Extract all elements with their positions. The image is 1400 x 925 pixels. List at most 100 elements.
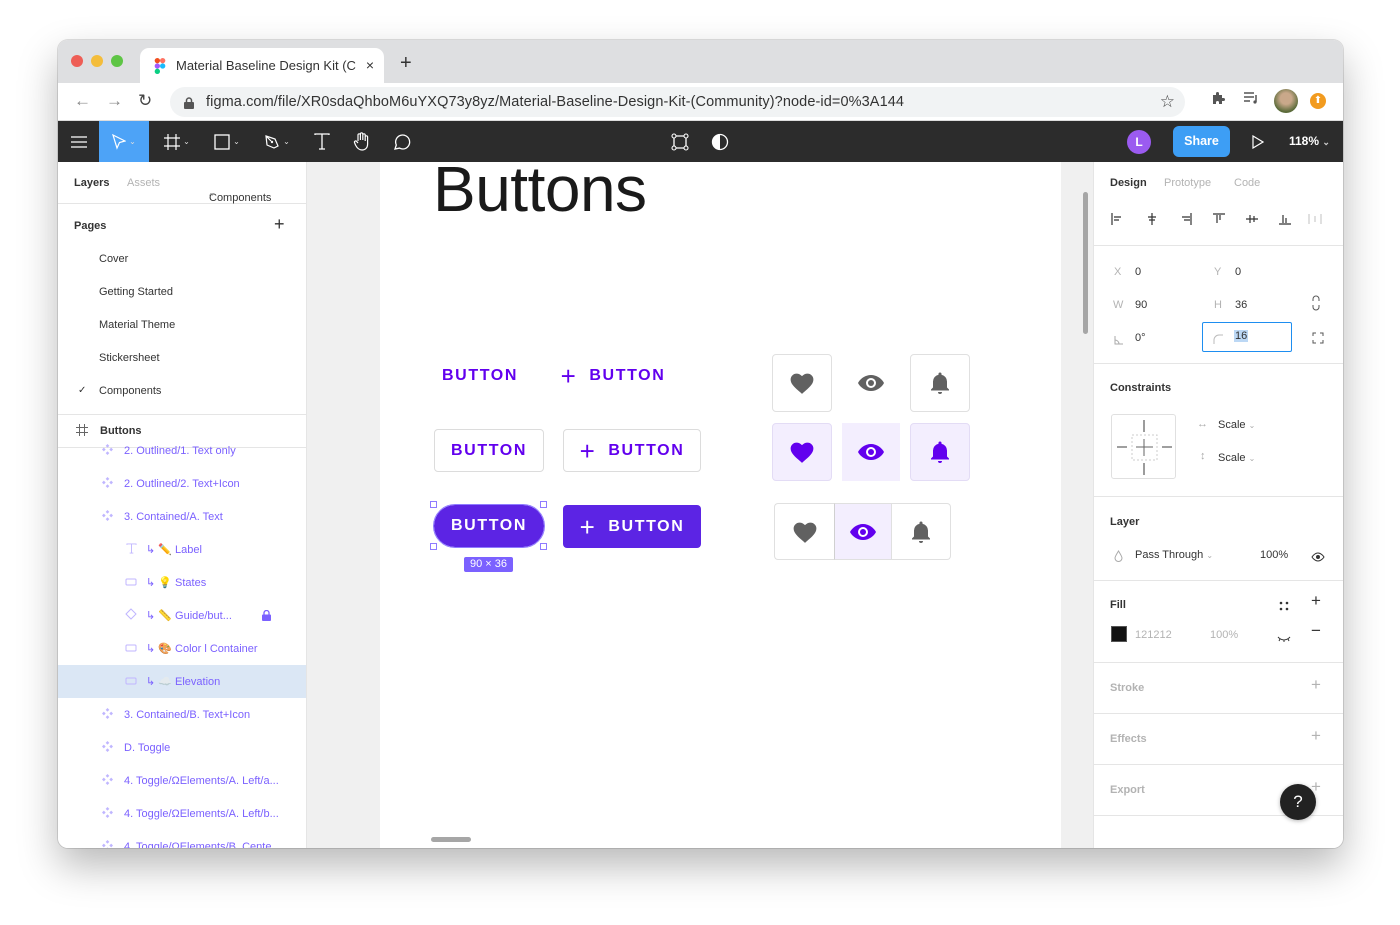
- outlined-button[interactable]: BUTTON: [434, 429, 544, 472]
- text-icon-button[interactable]: + BUTTON: [554, 358, 672, 394]
- selection-handle[interactable]: [430, 501, 437, 508]
- align-top-icon[interactable]: [1212, 212, 1226, 231]
- constraint-widget[interactable]: [1111, 414, 1176, 479]
- style-grid-icon[interactable]: [1279, 598, 1289, 616]
- toggle-button[interactable]: [772, 354, 832, 412]
- vertical-scrollbar[interactable]: [1083, 192, 1088, 334]
- forward-button[interactable]: →: [106, 91, 123, 111]
- reload-button[interactable]: ↻: [138, 91, 152, 111]
- contrast-toggle-button[interactable]: [706, 121, 734, 162]
- comment-tool-button[interactable]: [386, 121, 418, 162]
- tab-assets[interactable]: Assets: [127, 177, 160, 189]
- hand-tool-button[interactable]: [346, 121, 378, 162]
- close-tab-icon[interactable]: ×: [366, 57, 374, 73]
- present-button[interactable]: [1246, 121, 1270, 162]
- fill-opacity-field[interactable]: 100%: [1210, 629, 1238, 641]
- page-item[interactable]: Cover: [99, 253, 128, 265]
- move-tool-button[interactable]: ⌄: [99, 121, 149, 162]
- toggle-button[interactable]: [892, 503, 951, 560]
- horizontal-constraint-dropdown[interactable]: Scale ⌄: [1218, 419, 1255, 431]
- layer-item[interactable]: ↳ 🎨 Color l Container: [58, 632, 306, 665]
- align-bottom-icon[interactable]: [1278, 212, 1292, 231]
- layer-item[interactable]: ↳ 📏 Guide/but...: [58, 599, 306, 632]
- url-field[interactable]: figma.com/file/XR0sdaQhboM6uYXQ73y8yz/Ma…: [170, 87, 1185, 117]
- corner-radius-field[interactable]: 16: [1202, 322, 1292, 352]
- layer-item[interactable]: 3. Contained/B. Text+Icon: [58, 698, 306, 731]
- browser-tab[interactable]: Material Baseline Design Kit (Community)…: [140, 48, 384, 83]
- rotation-field[interactable]: 0°: [1135, 332, 1146, 344]
- add-effect-button[interactable]: +: [1311, 726, 1321, 746]
- media-queue-icon[interactable]: [1243, 91, 1259, 110]
- toggle-button[interactable]: [772, 423, 832, 481]
- contained-icon-button[interactable]: + BUTTON: [563, 505, 701, 548]
- tab-prototype[interactable]: Prototype: [1164, 177, 1211, 189]
- layer-item[interactable]: 3. Contained/A. Text: [58, 500, 306, 533]
- tab-design[interactable]: Design: [1110, 177, 1147, 189]
- add-page-button[interactable]: +: [274, 214, 285, 235]
- outlined-icon-button[interactable]: + BUTTON: [563, 429, 701, 472]
- maximize-window-button[interactable]: [111, 55, 123, 67]
- layer-item[interactable]: D. Toggle: [58, 731, 306, 764]
- component-tool-button[interactable]: [666, 121, 694, 162]
- layer-item[interactable]: 2. Outlined/1. Text only: [58, 434, 306, 467]
- align-horizontal-center-icon[interactable]: [1145, 212, 1159, 231]
- update-icon[interactable]: ⬆: [1310, 93, 1326, 109]
- tab-code[interactable]: Code: [1234, 177, 1260, 189]
- back-button[interactable]: ←: [74, 91, 91, 111]
- user-avatar[interactable]: L: [1127, 130, 1151, 154]
- profile-avatar[interactable]: [1274, 89, 1298, 113]
- extensions-puzzle-icon[interactable]: [1210, 91, 1226, 112]
- layer-item[interactable]: ↳ ✏️ Label: [58, 533, 306, 566]
- zoom-level-dropdown[interactable]: 118% ⌄: [1289, 134, 1330, 148]
- fill-hex-field[interactable]: 121212: [1135, 629, 1172, 641]
- contained-button-selected[interactable]: BUTTON: [433, 504, 545, 548]
- frame-tool-button[interactable]: ⌄: [158, 121, 196, 162]
- layer-item[interactable]: 4. Toggle/ΩElements/A. Left/a...: [58, 764, 306, 797]
- pen-tool-button[interactable]: ⌄: [258, 121, 296, 162]
- layer-opacity-field[interactable]: 100%: [1260, 549, 1288, 561]
- page-item[interactable]: Stickersheet: [99, 352, 160, 364]
- buttons-frame[interactable]: Buttons BUTTON + BUTTON BUTTON + BUTTON BU…: [380, 162, 1061, 848]
- main-menu-button[interactable]: [58, 121, 99, 162]
- shape-tool-button[interactable]: ⌄: [208, 121, 246, 162]
- toggle-button[interactable]: [910, 423, 970, 481]
- share-button[interactable]: Share: [1173, 126, 1230, 157]
- selection-handle[interactable]: [430, 543, 437, 550]
- align-right-icon[interactable]: [1179, 212, 1193, 231]
- bookmark-star-icon[interactable]: ☆: [1160, 92, 1175, 112]
- selection-handle[interactable]: [540, 543, 547, 550]
- distribute-icon[interactable]: [1308, 212, 1322, 231]
- fill-color-swatch[interactable]: [1111, 626, 1127, 642]
- text-button[interactable]: BUTTON: [432, 358, 528, 394]
- toggle-button[interactable]: [910, 354, 970, 412]
- layer-item[interactable]: ↳ ☁️ Elevation: [58, 665, 306, 698]
- new-tab-button[interactable]: +: [400, 52, 412, 75]
- close-window-button[interactable]: [71, 55, 83, 67]
- height-field[interactable]: 36: [1235, 299, 1247, 311]
- toggle-button[interactable]: [834, 503, 892, 560]
- blend-mode-dropdown[interactable]: Pass Through ⌄: [1135, 549, 1213, 561]
- align-vertical-center-icon[interactable]: [1245, 212, 1259, 231]
- toggle-button[interactable]: [774, 503, 834, 560]
- hidden-eye-icon[interactable]: [1277, 630, 1291, 648]
- page-item[interactable]: Material Theme: [99, 319, 175, 331]
- x-field[interactable]: 0: [1135, 266, 1141, 278]
- toggle-button[interactable]: [841, 354, 901, 412]
- toggle-button[interactable]: [842, 423, 900, 481]
- add-fill-button[interactable]: +: [1311, 591, 1321, 611]
- page-item[interactable]: Getting Started: [99, 286, 173, 298]
- text-tool-button[interactable]: [306, 121, 338, 162]
- page-item-current[interactable]: Components: [99, 385, 161, 397]
- layer-item[interactable]: 4. Toggle/ΩElements/A. Left/b...: [58, 797, 306, 830]
- align-left-icon[interactable]: [1111, 212, 1125, 231]
- eye-icon[interactable]: [1311, 549, 1325, 567]
- canvas[interactable]: Buttons BUTTON + BUTTON BUTTON + BUTTON BU…: [307, 162, 1093, 848]
- width-field[interactable]: 90: [1135, 299, 1147, 311]
- y-field[interactable]: 0: [1235, 266, 1241, 278]
- help-button[interactable]: ?: [1280, 784, 1316, 820]
- minimize-window-button[interactable]: [91, 55, 103, 67]
- layer-item[interactable]: 4. Toggle/ΩElements/B. Cente...: [58, 830, 306, 848]
- horizontal-scrollbar[interactable]: [431, 837, 471, 842]
- tab-layers[interactable]: Layers: [74, 177, 109, 189]
- vertical-constraint-dropdown[interactable]: Scale ⌄: [1218, 452, 1255, 464]
